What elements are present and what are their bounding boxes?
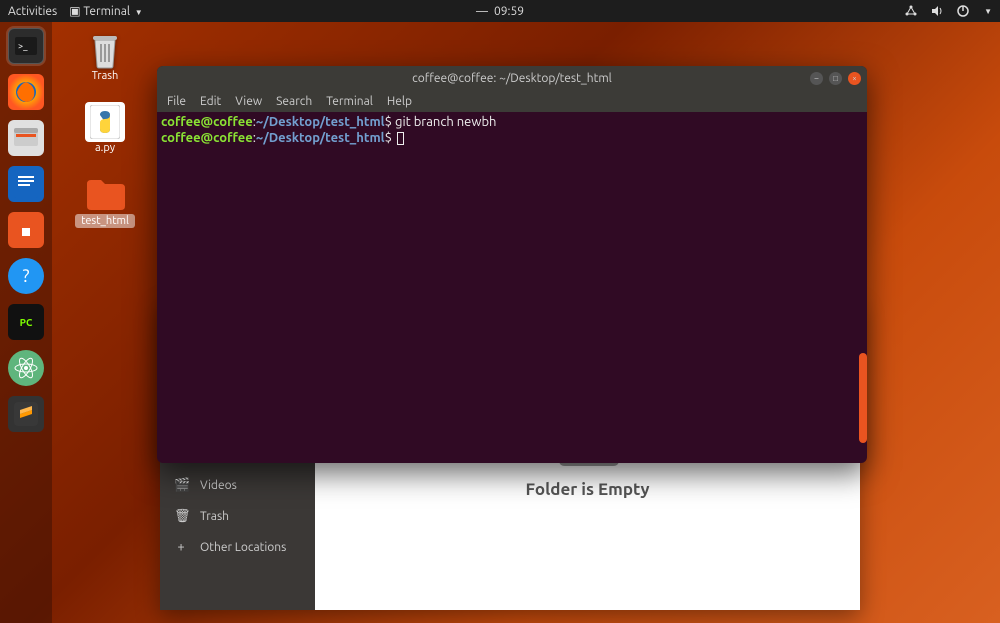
sidebar-item-label: Other Locations	[200, 541, 286, 554]
trash-icon	[85, 30, 125, 70]
dock-files[interactable]	[8, 120, 44, 156]
chevron-down-icon: ▼	[135, 8, 143, 17]
volume-icon[interactable]	[930, 4, 944, 18]
maximize-button[interactable]: □	[829, 72, 842, 85]
menu-search[interactable]: Search	[276, 95, 312, 108]
launcher-dock: >_ ? PC	[0, 22, 52, 623]
menu-file[interactable]: File	[167, 95, 186, 108]
menu-edit[interactable]: Edit	[200, 95, 221, 108]
menu-terminal[interactable]: Terminal	[326, 95, 373, 108]
scrollbar-thumb[interactable]	[859, 353, 867, 443]
chevron-down-icon[interactable]: ▼	[984, 7, 992, 16]
dock-pycharm[interactable]: PC	[8, 304, 44, 340]
prompt-dollar: $	[385, 115, 392, 129]
gnome-top-bar: Activities ▣ Terminal ▼ — 09:59 ▼	[0, 0, 1000, 22]
sidebar-item-videos[interactable]: 🎬 Videos	[160, 470, 315, 501]
prompt-path: ~/Desktop/test_html	[256, 131, 385, 145]
plus-icon: +	[174, 540, 188, 554]
prompt-path: ~/Desktop/test_html	[256, 115, 385, 129]
terminal-cursor	[397, 132, 404, 145]
desktop-icon-label: Trash	[92, 70, 119, 82]
sidebar-item-label: Trash	[200, 510, 229, 523]
terminal-line: coffee@coffee:~/Desktop/test_html$	[161, 130, 863, 146]
sidebar-item-other-locations[interactable]: + Other Locations	[160, 532, 315, 562]
terminal-line: coffee@coffee:~/Desktop/test_html$ git b…	[161, 114, 863, 130]
video-icon: 🎬	[174, 478, 188, 493]
trash-icon: 🗑	[174, 509, 188, 524]
activities-button[interactable]: Activities	[8, 5, 57, 18]
terminal-body[interactable]: coffee@coffee:~/Desktop/test_html$ git b…	[157, 112, 867, 463]
minimize-button[interactable]: –	[810, 72, 823, 85]
network-icon[interactable]	[904, 4, 918, 18]
dock-ubuntu-software[interactable]	[8, 212, 44, 248]
gnome-terminal-window[interactable]: coffee@coffee: ~/Desktop/test_html – □ ×…	[157, 66, 867, 463]
app-menu-label: Terminal	[83, 5, 130, 18]
prompt-user: coffee@coffee	[161, 115, 253, 129]
dock-sublime[interactable]	[8, 396, 44, 432]
terminal-title: coffee@coffee: ~/Desktop/test_html	[412, 72, 612, 85]
prompt-user: coffee@coffee	[161, 131, 253, 145]
dock-help[interactable]: ?	[8, 258, 44, 294]
desktop-icon-label: test_html	[75, 214, 135, 228]
clock[interactable]: — 09:59	[476, 5, 524, 18]
menu-view[interactable]: View	[235, 95, 262, 108]
power-icon[interactable]	[956, 4, 970, 18]
desktop-icon-label: a.py	[95, 142, 115, 154]
desktop-icon-test-html[interactable]: test_html	[70, 174, 140, 228]
menu-help[interactable]: Help	[387, 95, 412, 108]
terminal-titlebar[interactable]: coffee@coffee: ~/Desktop/test_html – □ ×	[157, 66, 867, 90]
dash-icon: —	[476, 5, 488, 18]
dock-firefox[interactable]	[8, 74, 44, 110]
terminal-scrollbar[interactable]	[859, 112, 867, 463]
dock-atom[interactable]	[8, 350, 44, 386]
python-file-icon	[85, 102, 125, 142]
terminal-command: git branch newbh	[395, 115, 497, 129]
terminal-icon: ▣	[69, 5, 80, 18]
empty-folder-text: Folder is Empty	[525, 480, 649, 499]
sidebar-item-label: Videos	[200, 479, 237, 492]
desktop-icon-trash[interactable]: Trash	[70, 30, 140, 82]
dock-terminal[interactable]: >_	[8, 28, 44, 64]
dock-libreoffice-writer[interactable]	[8, 166, 44, 202]
window-controls: – □ ×	[810, 72, 861, 85]
prompt-dollar: $	[385, 131, 392, 145]
sidebar-item-trash[interactable]: 🗑 Trash	[160, 501, 315, 532]
app-menu[interactable]: ▣ Terminal ▼	[69, 4, 142, 18]
svg-text:>_: >_	[18, 41, 28, 51]
clock-time: 09:59	[494, 5, 524, 18]
folder-icon	[85, 174, 125, 214]
desktop-area: Trash a.py test_html	[70, 30, 140, 228]
desktop-icon-apy[interactable]: a.py	[70, 102, 140, 154]
terminal-menubar: File Edit View Search Terminal Help	[157, 90, 867, 112]
close-button[interactable]: ×	[848, 72, 861, 85]
